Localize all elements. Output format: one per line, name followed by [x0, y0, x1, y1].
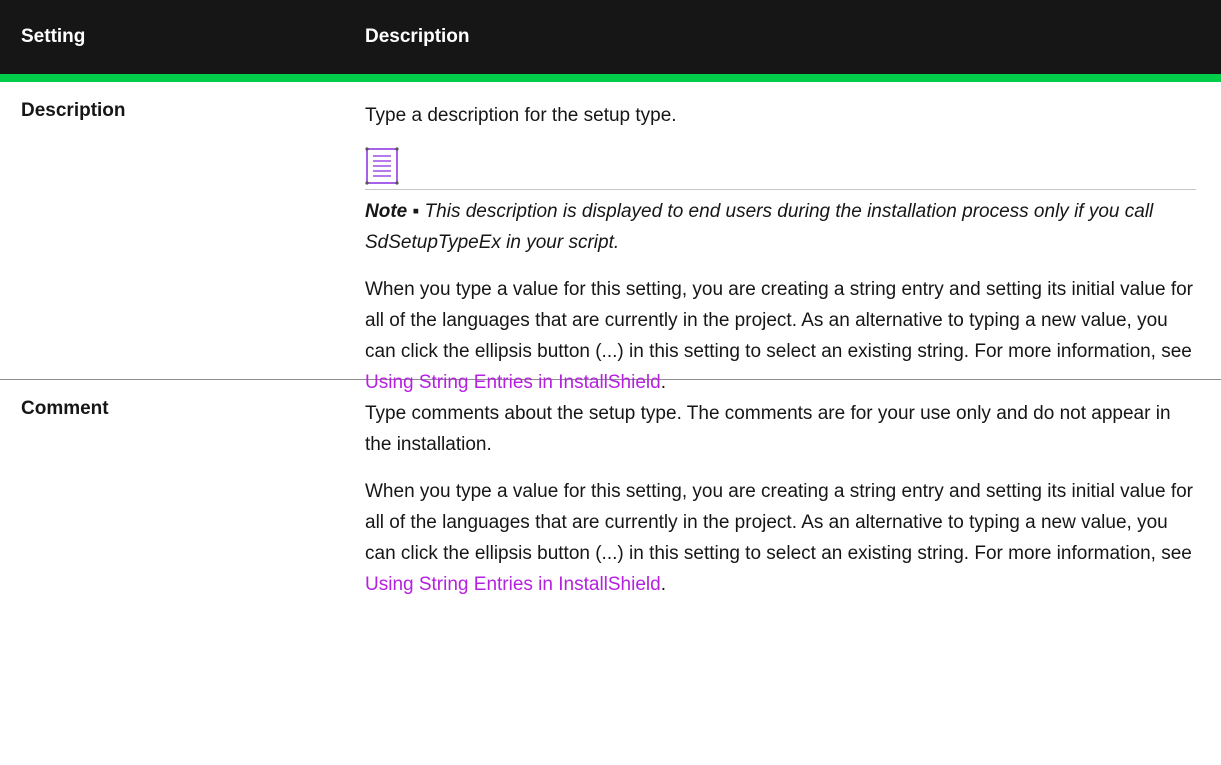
setting-name: Description	[21, 100, 126, 121]
settings-table: Setting Description Description Type a d…	[0, 0, 1221, 677]
body-prefix: When you type a value for this setting, …	[365, 481, 1193, 564]
string-entries-link[interactable]: Using String Entries in InstallShield	[365, 574, 661, 595]
note-body: This description is displayed to end use…	[365, 201, 1154, 253]
body-prefix: When you type a value for this setting, …	[365, 279, 1193, 362]
note: Note ▪ This description is displayed to …	[365, 147, 1196, 258]
note-text: Note ▪ This description is displayed to …	[365, 196, 1196, 258]
intro-text: Type comments about the setup type. The …	[365, 403, 1171, 455]
table-row: Comment Type comments about the setup ty…	[0, 380, 1221, 677]
intro-text: Type a description for the setup type.	[365, 105, 677, 126]
body-text: When you type a value for this setting, …	[365, 476, 1196, 600]
body-suffix: .	[660, 574, 666, 595]
header-setting: Setting	[21, 26, 86, 47]
table-header: Setting Description	[0, 0, 1221, 82]
note-label: Note	[365, 201, 408, 222]
setting-description: Type a description for the setup type. N…	[365, 82, 1196, 393]
setting-description: Type comments about the setup type. The …	[365, 380, 1196, 677]
setting-name: Comment	[21, 398, 109, 419]
header-description: Description	[365, 26, 470, 47]
table-row: Description Type a description for the s…	[0, 82, 1221, 393]
note-bullet: ▪	[412, 201, 420, 222]
note-divider	[365, 189, 1196, 190]
note-document-icon	[365, 147, 399, 185]
